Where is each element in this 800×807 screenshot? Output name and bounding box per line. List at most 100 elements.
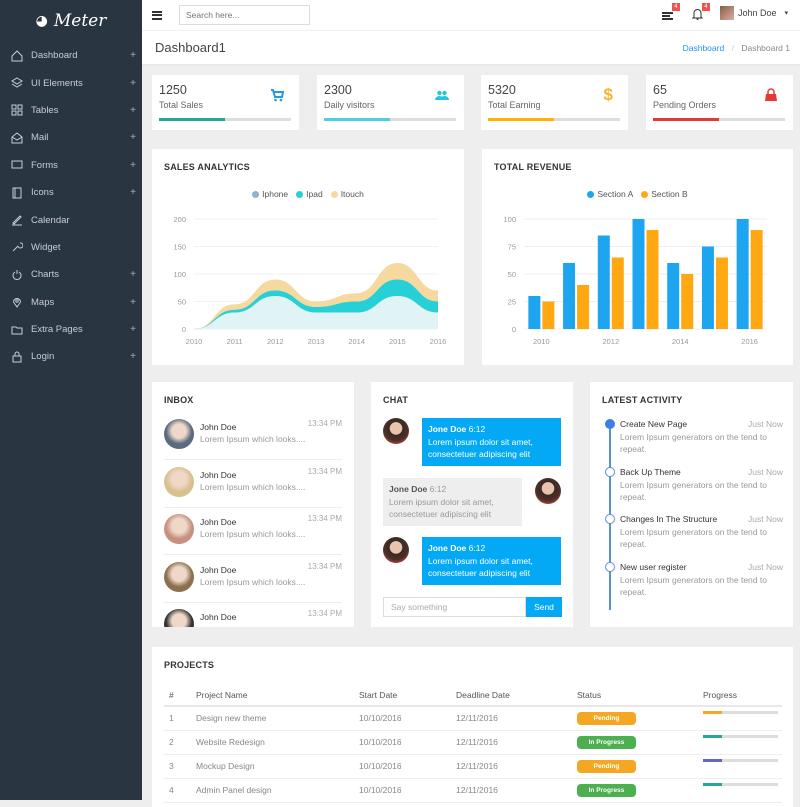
search-input[interactable] <box>179 5 310 25</box>
y-tick-label: 50 <box>508 270 516 279</box>
stat-value: 2300 <box>324 83 352 97</box>
x-tick-label: 2012 <box>267 337 284 346</box>
expand-icon[interactable]: + <box>130 187 136 198</box>
revenue-bar-chart: 0 25 50 75 100 2010 2012 2014 2016 <box>503 215 767 346</box>
chat-avatar <box>535 478 561 504</box>
sender-name: John Doe <box>200 612 237 622</box>
dollar-icon: $ <box>603 85 613 104</box>
expand-icon[interactable]: + <box>130 50 136 61</box>
project-progress-fill <box>703 782 722 786</box>
project-name: Admin Panel design <box>191 778 354 803</box>
sidebar-item-dashboard[interactable]: Dashboard + <box>0 42 142 69</box>
bar-section-b-2013 <box>646 230 659 329</box>
sidebar-item-label: Widget <box>31 241 61 253</box>
bar-section-a-2014 <box>667 263 680 329</box>
stat-progress-fill <box>488 118 554 121</box>
chat-input[interactable]: Say something <box>383 597 526 617</box>
card-title: CHAT <box>383 395 409 405</box>
sidebar-item-label: Calendar <box>31 214 70 226</box>
expand-icon[interactable]: + <box>130 105 136 116</box>
card-title: INBOX <box>164 395 194 405</box>
table-row[interactable]: 1 Design new theme 10/10/2016 12/11/2016… <box>164 706 782 731</box>
row-number: 2 <box>164 730 191 755</box>
stat-value: 5320 <box>488 83 516 97</box>
activity-time: Just Now <box>748 466 783 477</box>
send-button[interactable]: Send <box>526 597 562 617</box>
expand-icon[interactable]: + <box>130 297 136 308</box>
expand-icon[interactable]: + <box>130 78 136 89</box>
deadline-date: 12/11/2016 <box>451 730 572 755</box>
inbox-item[interactable]: John Doe Lorem Ipsum which looks.... 13:… <box>164 508 342 555</box>
expand-icon[interactable]: + <box>130 351 136 362</box>
logo-text: Meter <box>53 11 107 31</box>
activity-title: Create New Page <box>620 419 688 429</box>
logo[interactable]: ◕ Meter <box>0 0 142 42</box>
expand-icon[interactable]: + <box>130 132 136 143</box>
inbox-item[interactable]: John Doe Lorem Ipsum which looks.... 13:… <box>164 413 342 460</box>
menu-toggle-icon[interactable] <box>152 10 162 20</box>
table-row[interactable]: 3 Mockup Design 10/10/2016 12/11/2016 Pe… <box>164 754 782 779</box>
sidebar-item-charts[interactable]: Charts + <box>0 261 142 288</box>
x-tick-label: 2010 <box>533 337 550 346</box>
sidebar-item-widget[interactable]: Widget <box>0 234 142 261</box>
inbox-item[interactable]: John Doe Lorem Ipsum which looks.... 13:… <box>164 556 342 603</box>
sidebar-item-tables[interactable]: Tables + <box>0 97 142 124</box>
expand-icon[interactable]: + <box>130 324 136 335</box>
y-tick-label: 25 <box>508 298 516 307</box>
avatar <box>164 466 194 497</box>
table-header: # Project Name Start Date Deadline Date Stat… <box>164 685 782 707</box>
home-icon <box>11 49 23 62</box>
table-row[interactable]: 2 Website Redesign 10/10/2016 12/11/2016… <box>164 730 782 755</box>
user-menu[interactable]: John Doe ▾ <box>719 6 788 20</box>
stat-progress-fill <box>653 118 719 121</box>
mail-icon <box>11 132 23 144</box>
inbox-item[interactable]: John Doe 13:34 PM <box>164 603 342 627</box>
message-preview: Lorem Ipsum which looks.... <box>200 434 306 444</box>
bar-section-b-2014 <box>681 274 694 329</box>
activity-title: Changes In The Structure <box>620 514 718 524</box>
sender-name: John Doe <box>200 517 237 527</box>
bar-section-b-2015 <box>715 257 728 329</box>
sidebar-item-maps[interactable]: Maps + <box>0 289 142 316</box>
x-tick-label: 2014 <box>348 337 365 346</box>
notifications-button[interactable]: 4 <box>691 3 710 20</box>
sidebar-item-label: Login <box>31 351 55 363</box>
y-tick-label: 0 <box>512 325 516 334</box>
activity-description: Lorem Ipsum generators on the tend to re… <box>620 432 767 454</box>
sidebar-item-label: Forms <box>31 159 58 171</box>
start-date: 10/10/2016 <box>354 706 451 731</box>
table-row[interactable]: 4 Admin Panel design 10/10/2016 12/11/20… <box>164 778 782 803</box>
avatar <box>164 561 194 592</box>
sidebar-item-icons[interactable]: Icons + <box>0 179 142 206</box>
avatar <box>164 419 194 449</box>
deadline-date: 12/11/2016 <box>451 778 572 803</box>
sender-name: John Doe <box>200 469 237 480</box>
column-header: # <box>164 685 191 707</box>
users-icon <box>435 88 449 104</box>
sidebar-item-label: UI Elements <box>31 77 83 89</box>
caret-down-icon: ▾ <box>784 10 788 17</box>
chat-message: Jone Doe 6:12 Lorem ipsum dolor sit amet,… <box>422 537 561 585</box>
chat-message: Jone Doe 6:12 Lorem ipsum dolor sit amet,… <box>383 478 522 526</box>
sidebar-item-label: Mail <box>31 132 49 144</box>
messages-button[interactable]: 4 <box>661 3 680 20</box>
sales-analytics-card: SALES ANALYTICS Iphone Ipad Itouch 0 50 100 1… <box>152 149 464 365</box>
status-badge: In Progress <box>577 783 636 797</box>
breadcrumb-link-dashboard[interactable]: Dashboard <box>683 43 725 53</box>
sidebar-item-extra-pages[interactable]: Extra Pages + <box>0 316 142 343</box>
stat-value: 65 <box>653 83 667 97</box>
sidebar-item-calendar[interactable]: Calendar <box>0 206 142 233</box>
sidebar-item-ui-elements[interactable]: UI Elements + <box>0 69 142 96</box>
sidebar-item-mail[interactable]: Mail + <box>0 124 142 151</box>
stat-label: Total Sales <box>159 100 204 110</box>
stat-card-pending-orders: 65 Pending Orders <box>646 75 793 130</box>
activity-time: Just Now <box>748 561 783 572</box>
projects-table: # Project Name Start Date Deadline Date Stat… <box>164 685 782 803</box>
sidebar-item-login[interactable]: Login + <box>0 343 142 370</box>
sidebar-item-forms[interactable]: Forms + <box>0 152 142 179</box>
x-tick-label: 2015 <box>389 337 406 346</box>
start-date: 10/10/2016 <box>354 754 451 779</box>
expand-icon[interactable]: + <box>130 269 136 280</box>
expand-icon[interactable]: + <box>130 160 136 171</box>
inbox-item[interactable]: John Doe Lorem Ipsum which looks.... 13:… <box>164 461 342 508</box>
